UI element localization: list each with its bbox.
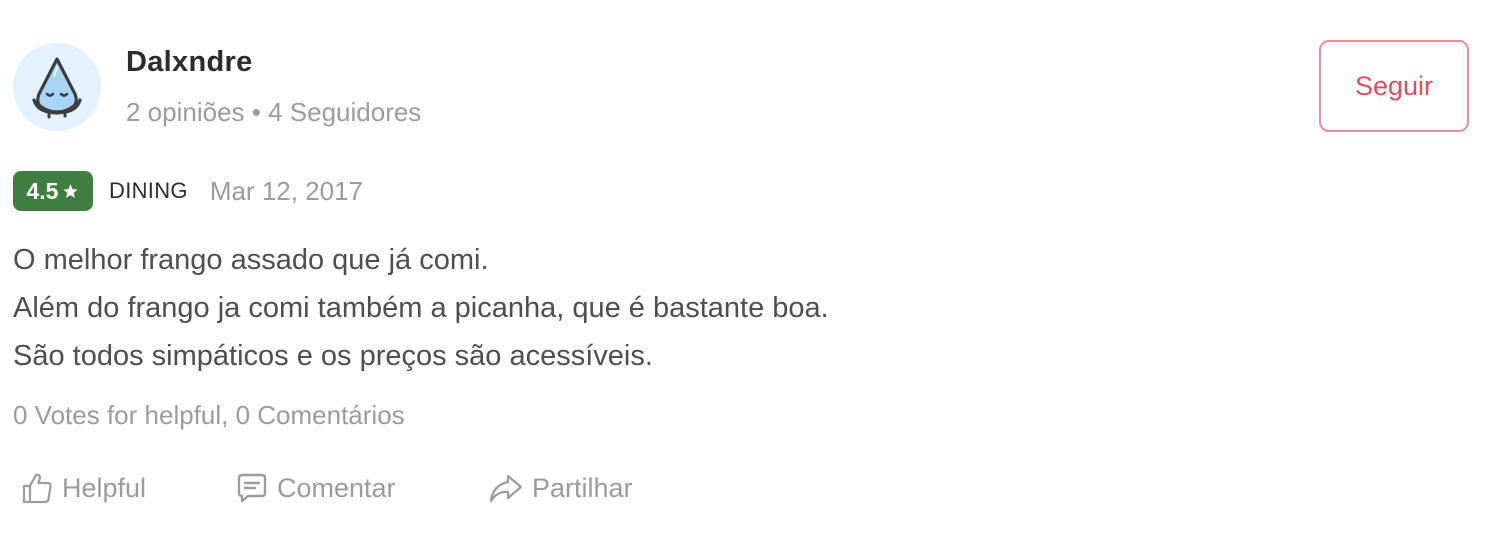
share-button[interactable]: Partilhar — [488, 466, 633, 510]
review-stats[interactable]: 0 Votes for helpful, 0 Comentários — [13, 400, 405, 431]
review-line: São todos simpáticos e os preços são ace… — [13, 340, 653, 372]
rating-badge: 4.5 — [13, 171, 93, 211]
rating-value: 4.5 — [26, 177, 59, 204]
comment-button[interactable]: Comentar — [235, 466, 396, 510]
review-line: O melhor frango assado que já comi. — [13, 244, 489, 276]
comment-icon — [237, 473, 267, 503]
review-type: DINING — [109, 178, 188, 203]
review-line: Além do frango ja comi também a picanha,… — [13, 292, 829, 324]
star-icon — [63, 183, 79, 198]
share-icon — [489, 474, 523, 503]
reviewer-meta: 2 opiniões • 4 Seguidores — [126, 97, 422, 127]
helpful-button[interactable]: Helpful — [20, 466, 146, 510]
avatar[interactable] — [13, 43, 101, 131]
reviewer-name[interactable]: Dalxndre — [126, 46, 253, 79]
follow-button[interactable]: Seguir — [1319, 40, 1469, 132]
rating-row: 4.5 DINING Mar 12, 2017 — [13, 171, 363, 211]
helpful-label: Helpful — [62, 472, 147, 503]
thumbs-up-icon — [22, 473, 52, 504]
share-label: Partilhar — [532, 472, 633, 503]
review-text: O melhor frango assado que já comi. Além… — [13, 236, 829, 380]
review-date: Mar 12, 2017 — [209, 175, 364, 206]
water-drop-icon — [32, 57, 82, 119]
comment-label: Comentar — [277, 472, 396, 503]
